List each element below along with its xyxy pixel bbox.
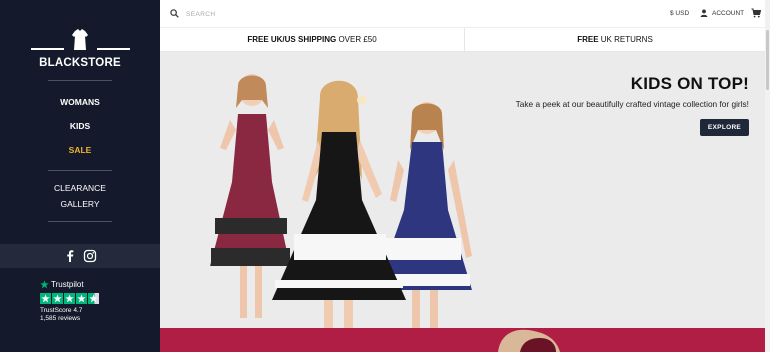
nav-item-sale[interactable]: SALE bbox=[0, 145, 160, 155]
search-icon[interactable] bbox=[170, 9, 179, 18]
search-input[interactable] bbox=[186, 7, 386, 21]
logo-line-left bbox=[31, 48, 64, 50]
trustpilot-label: Trustpilot bbox=[51, 280, 84, 289]
hero-title: KIDS ON TOP! bbox=[630, 74, 749, 93]
review-count[interactable]: 1,585 reviews bbox=[40, 315, 150, 322]
star-icon bbox=[52, 293, 63, 304]
shipping-offer[interactable]: FREE UK/US SHIPPING OVER £50 bbox=[160, 28, 465, 52]
dress-logo-icon bbox=[72, 29, 88, 50]
star-icon bbox=[40, 293, 51, 304]
sidebar: BLACKSTORE WOMANS KIDS SALE CLEARANCE GA… bbox=[0, 0, 160, 352]
star-icon bbox=[76, 293, 87, 304]
star-icon bbox=[64, 293, 75, 304]
top-bar: $ USD ACCOUNT bbox=[160, 0, 770, 28]
shipping-bar: FREE UK/US SHIPPING OVER £50 FREE UK RET… bbox=[160, 28, 765, 52]
trustpilot-widget[interactable]: Trustpilot TrustScore 4.7 1,585 reviews bbox=[40, 280, 150, 322]
account-link[interactable]: ACCOUNT bbox=[700, 9, 744, 17]
nav-item-clearance[interactable]: CLEARANCE bbox=[0, 183, 160, 193]
nav-item-kids[interactable]: KIDS bbox=[0, 121, 160, 131]
brand-logo[interactable]: BLACKSTORE bbox=[0, 26, 160, 76]
secondary-banner-photo bbox=[498, 329, 560, 352]
trustpilot-logo: Trustpilot bbox=[40, 280, 150, 289]
nav-divider bbox=[48, 170, 112, 171]
nav-item-womans[interactable]: WOMANS bbox=[0, 97, 160, 107]
trustscore: TrustScore 4.7 bbox=[40, 307, 83, 314]
hero-banner[interactable]: KIDS ON TOP! Take a peek at our beautifu… bbox=[160, 52, 765, 328]
half-star-icon bbox=[88, 293, 99, 304]
user-icon bbox=[700, 9, 708, 17]
facebook-icon[interactable] bbox=[63, 249, 77, 263]
trustpilot-rating-stars bbox=[40, 293, 150, 304]
scrollbar-thumb[interactable] bbox=[766, 30, 769, 90]
shipping-offer-text: OVER £50 bbox=[336, 35, 377, 44]
cart-icon[interactable] bbox=[751, 8, 761, 18]
shipping-offer-bold: FREE UK/US SHIPPING bbox=[247, 35, 337, 44]
hero-kids-photo bbox=[210, 74, 472, 328]
nav-divider bbox=[48, 80, 112, 81]
logo-line-right bbox=[97, 48, 130, 50]
trustpilot-star-icon bbox=[40, 280, 49, 289]
hero-subtitle: Take a peek at our beautifully crafted v… bbox=[515, 99, 749, 109]
returns-offer-bold: FREE bbox=[577, 35, 599, 44]
brand-name: BLACKSTORE bbox=[39, 57, 121, 69]
returns-offer-text: UK RETURNS bbox=[598, 35, 653, 44]
explore-button[interactable]: EXPLORE bbox=[700, 119, 749, 136]
instagram-icon[interactable] bbox=[83, 249, 97, 263]
nav-divider bbox=[48, 221, 112, 222]
account-label: ACCOUNT bbox=[712, 9, 745, 17]
secondary-banner[interactable] bbox=[160, 328, 765, 352]
returns-offer[interactable]: FREE UK RETURNS bbox=[465, 28, 765, 52]
nav-item-gallery[interactable]: GALLERY bbox=[0, 199, 160, 209]
social-bar bbox=[0, 244, 160, 268]
currency-selector[interactable]: $ USD bbox=[670, 10, 689, 17]
